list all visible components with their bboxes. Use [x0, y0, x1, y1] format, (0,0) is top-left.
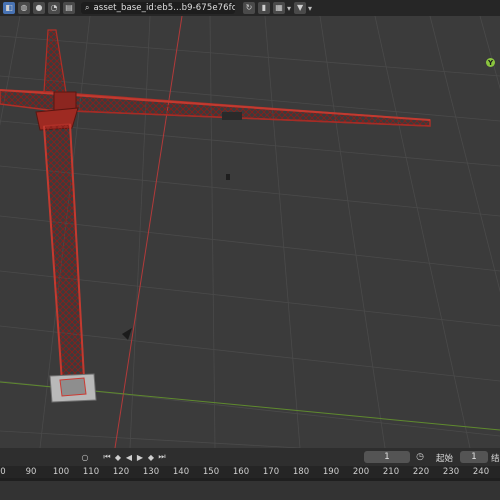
ruler-tick: 180 [292, 467, 310, 477]
ruler-tick: 170 [262, 467, 280, 477]
frame-ruler[interactable]: 0 90 100 110 120 130 140 150 160 170 180… [0, 466, 500, 478]
jump-start-icon[interactable]: ⏮ [102, 451, 112, 463]
asset-browser-header: ◧ ◍ ● ◔ ▤ ⌕ asset_base_id:eb5...b9-675e7… [0, 0, 500, 16]
asset-search-input[interactable]: ⌕ asset_base_id:eb5...b9-675e76fcdac9 [81, 2, 235, 14]
ruler-tick: 210 [382, 467, 400, 477]
next-keyframe-icon[interactable]: ◆ [146, 451, 156, 463]
ruler-tick: 230 [442, 467, 460, 477]
timeline-editor: ○ ⏮ ◆ ◀ ▶ ◆ ⏭ 1 ◷ 起始 1 结 0 90 100 110 12… [0, 448, 500, 500]
filter-icon[interactable]: ▼ [294, 2, 307, 14]
ruler-tick: 150 [202, 467, 220, 477]
3d-viewport[interactable]: Y [0, 16, 500, 448]
ruler-tick: 90 [25, 467, 37, 477]
ruler-tick: 190 [322, 467, 340, 477]
start-frame-field[interactable]: 1 [460, 451, 488, 463]
end-frame-label: 结 [491, 454, 500, 464]
ruler-tick: 200 [352, 467, 370, 477]
chevron-down-icon[interactable]: ▾ [287, 4, 291, 13]
search-icon: ⌕ [85, 3, 90, 12]
start-frame-label: 起始 [436, 454, 454, 464]
clock-icon[interactable]: ◷ [414, 451, 426, 463]
play-icon[interactable]: ▶ [135, 451, 145, 463]
prev-keyframe-icon[interactable]: ◆ [113, 451, 123, 463]
jump-end-icon[interactable]: ⏭ [157, 451, 167, 463]
bookmark-icon[interactable]: ▮ [258, 2, 270, 14]
timeline-track-area[interactable] [0, 478, 500, 500]
folder-icon[interactable]: ▤ [63, 2, 75, 14]
ruler-tick: 130 [142, 467, 160, 477]
toggle-icon[interactable]: ◧ [3, 2, 15, 14]
timeline-scrollbar[interactable] [0, 478, 500, 481]
ruler-tick: 220 [412, 467, 430, 477]
view-icon[interactable]: ▦ [273, 2, 285, 14]
camera-icon[interactable] [122, 328, 132, 340]
ruler-tick: 240 [472, 467, 490, 477]
crane-mast [43, 123, 85, 383]
sphere-icon[interactable]: ● [33, 2, 45, 14]
record-icon[interactable]: ○ [80, 451, 90, 463]
search-value: asset_base_id:eb5...b9-675e76fcdac9 [93, 3, 235, 13]
ruler-tick: 0 [0, 467, 6, 477]
playback-controls: ○ ⏮ ◆ ◀ ▶ ◆ ⏭ 1 ◷ 起始 1 结 [0, 448, 500, 466]
y-axis-line [114, 16, 183, 448]
crane-base [49, 373, 97, 403]
current-frame-field[interactable]: 1 [364, 451, 410, 463]
trolley [222, 112, 242, 120]
ruler-tick: 100 [52, 467, 70, 477]
ruler-tick: 160 [232, 467, 250, 477]
ruler-tick: 140 [172, 467, 190, 477]
recent-icon[interactable]: ◔ [48, 2, 60, 14]
empty-object[interactable] [226, 174, 230, 180]
refresh-icon[interactable]: ↻ [243, 2, 255, 14]
navigation-gizmo-y[interactable]: Y [486, 58, 495, 67]
ruler-tick: 120 [112, 467, 130, 477]
viewport-scene [0, 16, 500, 448]
chevron-down-icon[interactable]: ▾ [308, 4, 312, 13]
globe-icon[interactable]: ◍ [18, 2, 30, 14]
play-reverse-icon[interactable]: ◀ [124, 451, 134, 463]
ruler-tick: 110 [82, 467, 100, 477]
